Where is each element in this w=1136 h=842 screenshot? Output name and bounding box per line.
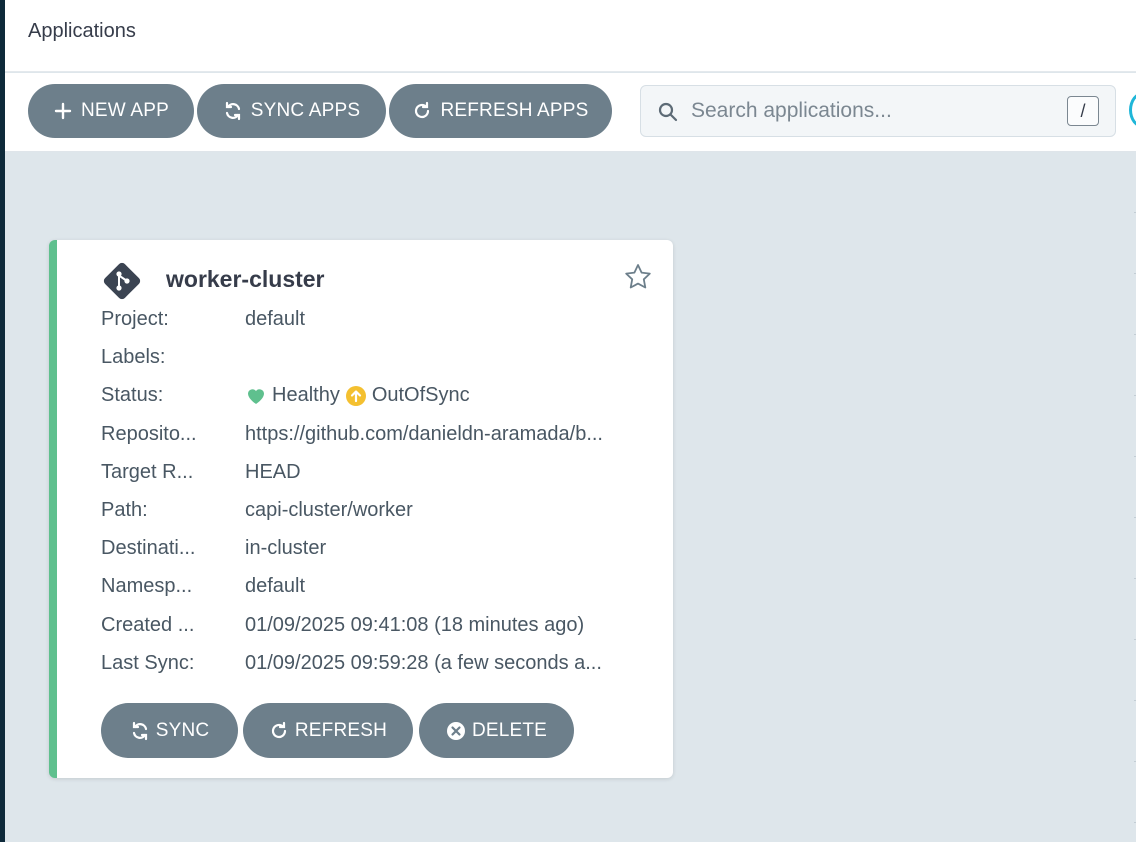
detail-value: HEAD (245, 460, 301, 483)
out-of-sync-icon (345, 385, 366, 406)
detail-label: Namesp... (101, 575, 193, 598)
detail-label: Reposito... (101, 422, 197, 445)
sync-button[interactable]: SYNC (101, 703, 238, 758)
detail-value: 01/09/2025 09:41:08 (18 minutes ago) (245, 613, 585, 636)
detail-label: Status: (101, 384, 164, 407)
detail-value: default (245, 308, 306, 330)
new-app-label: NEW APP (81, 100, 169, 121)
repository-link[interactable]: https://github.com/danieldn-aramada/b... (245, 423, 625, 446)
toolbar: NEW APP SYNC APPS REFRESH APPS / (5, 73, 1136, 152)
refresh-apps-label: REFRESH APPS (440, 100, 589, 121)
detail-label: Labels: (101, 346, 166, 369)
star-icon[interactable] (623, 262, 653, 292)
sync-icon (225, 101, 240, 121)
health-status: Healthy (272, 384, 340, 407)
refresh-apps-button[interactable]: REFRESH APPS (389, 84, 612, 138)
delete-button[interactable]: DELETE (419, 703, 574, 758)
detail-value: capi-cluster/worker (245, 498, 413, 521)
refresh-icon (271, 721, 286, 738)
refresh-label: REFRESH (294, 719, 388, 741)
app-name[interactable]: worker-cluster (166, 266, 325, 293)
shortcut-key-hint: / (1067, 96, 1099, 126)
sync-label: SYNC (155, 719, 210, 741)
git-icon (103, 262, 141, 300)
sync-apps-button[interactable]: SYNC APPS (197, 84, 386, 138)
heart-icon (248, 389, 264, 404)
delete-label: DELETE (471, 719, 548, 741)
detail-label: Path: (101, 498, 148, 521)
detail-label: Project: (101, 308, 169, 330)
detail-label: Destinati... (101, 537, 196, 560)
plus-icon (54, 102, 72, 120)
sync-icon (132, 721, 147, 740)
refresh-icon (415, 101, 430, 119)
application-card[interactable]: worker-cluster Project: default Labels: … (49, 240, 673, 778)
refresh-button[interactable]: REFRESH (243, 703, 413, 758)
detail-value: in-cluster (245, 537, 327, 560)
detail-label: Created ... (101, 613, 195, 636)
top-bar: Applications (5, 0, 1136, 72)
search-input[interactable] (691, 96, 1051, 126)
detail-label: Target R... (101, 460, 194, 483)
detail-value: default (245, 575, 306, 598)
sync-apps-label: SYNC APPS (250, 100, 361, 121)
detail-value: 01/09/2025 09:59:28 (a few seconds a... (245, 651, 602, 674)
close-circle-icon (446, 721, 465, 740)
search-box: / (640, 85, 1116, 137)
new-app-button[interactable]: NEW APP (28, 84, 194, 138)
detail-label: Last Sync: (101, 651, 195, 674)
page-title: Applications (28, 20, 136, 42)
sync-status: OutOfSync (371, 384, 470, 407)
search-icon (658, 102, 678, 122)
status-values: Healthy OutOfSync (245, 384, 625, 407)
